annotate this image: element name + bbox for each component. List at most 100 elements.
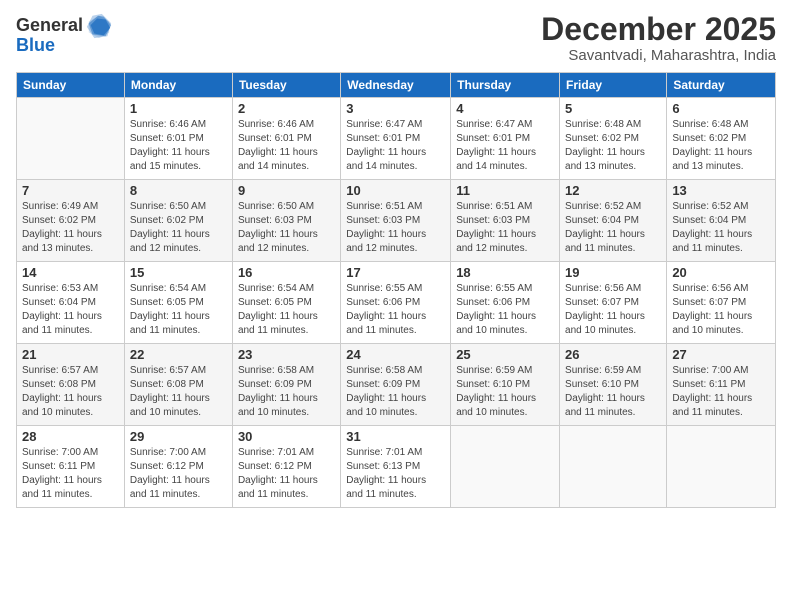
logo-icon [85, 12, 113, 40]
table-row: 9Sunrise: 6:50 AM Sunset: 6:03 PM Daylig… [232, 180, 340, 262]
day-info: Sunrise: 6:48 AM Sunset: 6:02 PM Dayligh… [672, 118, 770, 174]
day-number: 30 [238, 429, 335, 444]
day-number: 18 [456, 265, 554, 280]
day-number: 16 [238, 265, 335, 280]
calendar-week-row: 21 Sunrise: 6:57 AM Sunset: 6:08 PM Dayli… [17, 344, 776, 426]
day-info: Sunrise: 6:57 AM Sunset: 6:08 PM Dayligh… [130, 364, 227, 420]
table-row: 7 Sunrise: 6:49 AM Sunset: 6:02 PM Daylig… [17, 180, 125, 262]
day-info: Sunrise: 6:58 AM Sunset: 6:09 PM Dayligh… [346, 364, 445, 420]
calendar-week-row: 1Sunrise: 6:46 AM Sunset: 6:01 PM Daylig… [17, 98, 776, 180]
header: General Blue December 2025 Savantvadi, M… [16, 12, 776, 64]
day-info: Sunrise: 6:56 AM Sunset: 6:07 PM Dayligh… [672, 282, 770, 338]
table-row: 16 Sunrise: 6:54 AM Sunset: 6:05 PM Dayli… [232, 262, 340, 344]
day-info: Sunrise: 6:54 AM Sunset: 6:05 PM Dayligh… [130, 282, 227, 338]
day-number: 29 [130, 429, 227, 444]
day-info: Sunrise: 6:56 AM Sunset: 6:07 PM Dayligh… [565, 282, 661, 338]
table-row: 2 Sunrise: 6:46 AM Sunset: 6:01 PM Daylig… [232, 98, 340, 180]
day-info: Sunrise: 6:48 AM Sunset: 6:02 PM Dayligh… [565, 118, 661, 174]
day-number: 5 [565, 101, 661, 116]
header-tuesday: Tuesday [232, 73, 340, 98]
table-row [17, 98, 125, 180]
day-number: 3 [346, 101, 445, 116]
subtitle: Savantvadi, Maharashtra, India [541, 47, 776, 64]
table-row: 4Sunrise: 6:47 AM Sunset: 6:01 PM Daylig… [451, 98, 560, 180]
table-row: 13Sunrise: 6:52 AM Sunset: 6:04 PM Dayli… [667, 180, 776, 262]
header-sunday: Sunday [17, 73, 125, 98]
day-info: Sunrise: 6:57 AM Sunset: 6:08 PM Dayligh… [22, 364, 119, 420]
day-number: 24 [346, 347, 445, 362]
day-info: Sunrise: 6:51 AM Sunset: 6:03 PM Dayligh… [346, 200, 445, 256]
calendar-week-row: 28 Sunrise: 7:00 AM Sunset: 6:11 PM Dayli… [17, 426, 776, 508]
table-row: 21 Sunrise: 6:57 AM Sunset: 6:08 PM Dayli… [17, 344, 125, 426]
day-number: 21 [22, 347, 119, 362]
table-row: 27 Sunrise: 7:00 AM Sunset: 6:11 PM Dayli… [667, 344, 776, 426]
day-info: Sunrise: 6:58 AM Sunset: 6:09 PM Dayligh… [238, 364, 335, 420]
day-info: Sunrise: 6:46 AM Sunset: 6:01 PM Dayligh… [238, 118, 335, 174]
table-row: 20Sunrise: 6:56 AM Sunset: 6:07 PM Dayli… [667, 262, 776, 344]
day-number: 28 [22, 429, 119, 444]
header-monday: Monday [124, 73, 232, 98]
logo: General Blue [16, 12, 113, 56]
table-row: 24 Sunrise: 6:58 AM Sunset: 6:09 PM Dayli… [341, 344, 451, 426]
table-row: 30 Sunrise: 7:01 AM Sunset: 6:12 PM Dayli… [232, 426, 340, 508]
day-info: Sunrise: 6:54 AM Sunset: 6:05 PM Dayligh… [238, 282, 335, 338]
table-row: 5 Sunrise: 6:48 AM Sunset: 6:02 PM Daylig… [560, 98, 667, 180]
table-row: 31Sunrise: 7:01 AM Sunset: 6:13 PM Dayli… [341, 426, 451, 508]
day-info: Sunrise: 6:46 AM Sunset: 6:01 PM Dayligh… [130, 118, 227, 174]
table-row: 19 Sunrise: 6:56 AM Sunset: 6:07 PM Dayli… [560, 262, 667, 344]
day-number: 10 [346, 183, 445, 198]
table-row [560, 426, 667, 508]
day-number: 19 [565, 265, 661, 280]
day-number: 14 [22, 265, 119, 280]
day-number: 13 [672, 183, 770, 198]
table-row: 23 Sunrise: 6:58 AM Sunset: 6:09 PM Dayli… [232, 344, 340, 426]
table-row [667, 426, 776, 508]
day-number: 31 [346, 429, 445, 444]
table-row: 15Sunrise: 6:54 AM Sunset: 6:05 PM Dayli… [124, 262, 232, 344]
header-friday: Friday [560, 73, 667, 98]
day-number: 7 [22, 183, 119, 198]
table-row: 25 Sunrise: 6:59 AM Sunset: 6:10 PM Dayli… [451, 344, 560, 426]
day-info: Sunrise: 6:59 AM Sunset: 6:10 PM Dayligh… [456, 364, 554, 420]
day-info: Sunrise: 7:00 AM Sunset: 6:11 PM Dayligh… [672, 364, 770, 420]
day-number: 22 [130, 347, 227, 362]
day-number: 12 [565, 183, 661, 198]
day-number: 17 [346, 265, 445, 280]
day-number: 27 [672, 347, 770, 362]
day-number: 23 [238, 347, 335, 362]
table-row: 17 Sunrise: 6:55 AM Sunset: 6:06 PM Dayli… [341, 262, 451, 344]
title-block: December 2025 Savantvadi, Maharashtra, I… [541, 12, 776, 64]
header-wednesday: Wednesday [341, 73, 451, 98]
day-info: Sunrise: 6:51 AM Sunset: 6:03 PM Dayligh… [456, 200, 554, 256]
table-row: 8Sunrise: 6:50 AM Sunset: 6:02 PM Daylig… [124, 180, 232, 262]
table-row: 26 Sunrise: 6:59 AM Sunset: 6:10 PM Dayli… [560, 344, 667, 426]
day-info: Sunrise: 6:59 AM Sunset: 6:10 PM Dayligh… [565, 364, 661, 420]
day-info: Sunrise: 6:50 AM Sunset: 6:02 PM Dayligh… [130, 200, 227, 256]
table-row [451, 426, 560, 508]
day-info: Sunrise: 6:47 AM Sunset: 6:01 PM Dayligh… [456, 118, 554, 174]
page: General Blue December 2025 Savantvadi, M… [0, 0, 792, 612]
day-number: 25 [456, 347, 554, 362]
day-info: Sunrise: 6:52 AM Sunset: 6:04 PM Dayligh… [565, 200, 661, 256]
calendar-header-row: Sunday Monday Tuesday Wednesday Thursday… [17, 73, 776, 98]
main-title: December 2025 [541, 12, 776, 47]
table-row: 6Sunrise: 6:48 AM Sunset: 6:02 PM Daylig… [667, 98, 776, 180]
day-info: Sunrise: 7:01 AM Sunset: 6:12 PM Dayligh… [238, 446, 335, 502]
day-info: Sunrise: 7:00 AM Sunset: 6:11 PM Dayligh… [22, 446, 119, 502]
day-info: Sunrise: 6:55 AM Sunset: 6:06 PM Dayligh… [456, 282, 554, 338]
table-row: 22 Sunrise: 6:57 AM Sunset: 6:08 PM Dayli… [124, 344, 232, 426]
header-saturday: Saturday [667, 73, 776, 98]
day-info: Sunrise: 6:47 AM Sunset: 6:01 PM Dayligh… [346, 118, 445, 174]
day-info: Sunrise: 6:53 AM Sunset: 6:04 PM Dayligh… [22, 282, 119, 338]
table-row: 11 Sunrise: 6:51 AM Sunset: 6:03 PM Dayli… [451, 180, 560, 262]
day-number: 26 [565, 347, 661, 362]
logo-general: General [16, 16, 83, 36]
day-number: 2 [238, 101, 335, 116]
calendar-week-row: 7 Sunrise: 6:49 AM Sunset: 6:02 PM Daylig… [17, 180, 776, 262]
day-info: Sunrise: 7:00 AM Sunset: 6:12 PM Dayligh… [130, 446, 227, 502]
day-info: Sunrise: 6:55 AM Sunset: 6:06 PM Dayligh… [346, 282, 445, 338]
table-row: 1Sunrise: 6:46 AM Sunset: 6:01 PM Daylig… [124, 98, 232, 180]
day-info: Sunrise: 6:49 AM Sunset: 6:02 PM Dayligh… [22, 200, 119, 256]
day-number: 11 [456, 183, 554, 198]
table-row: 29 Sunrise: 7:00 AM Sunset: 6:12 PM Dayli… [124, 426, 232, 508]
